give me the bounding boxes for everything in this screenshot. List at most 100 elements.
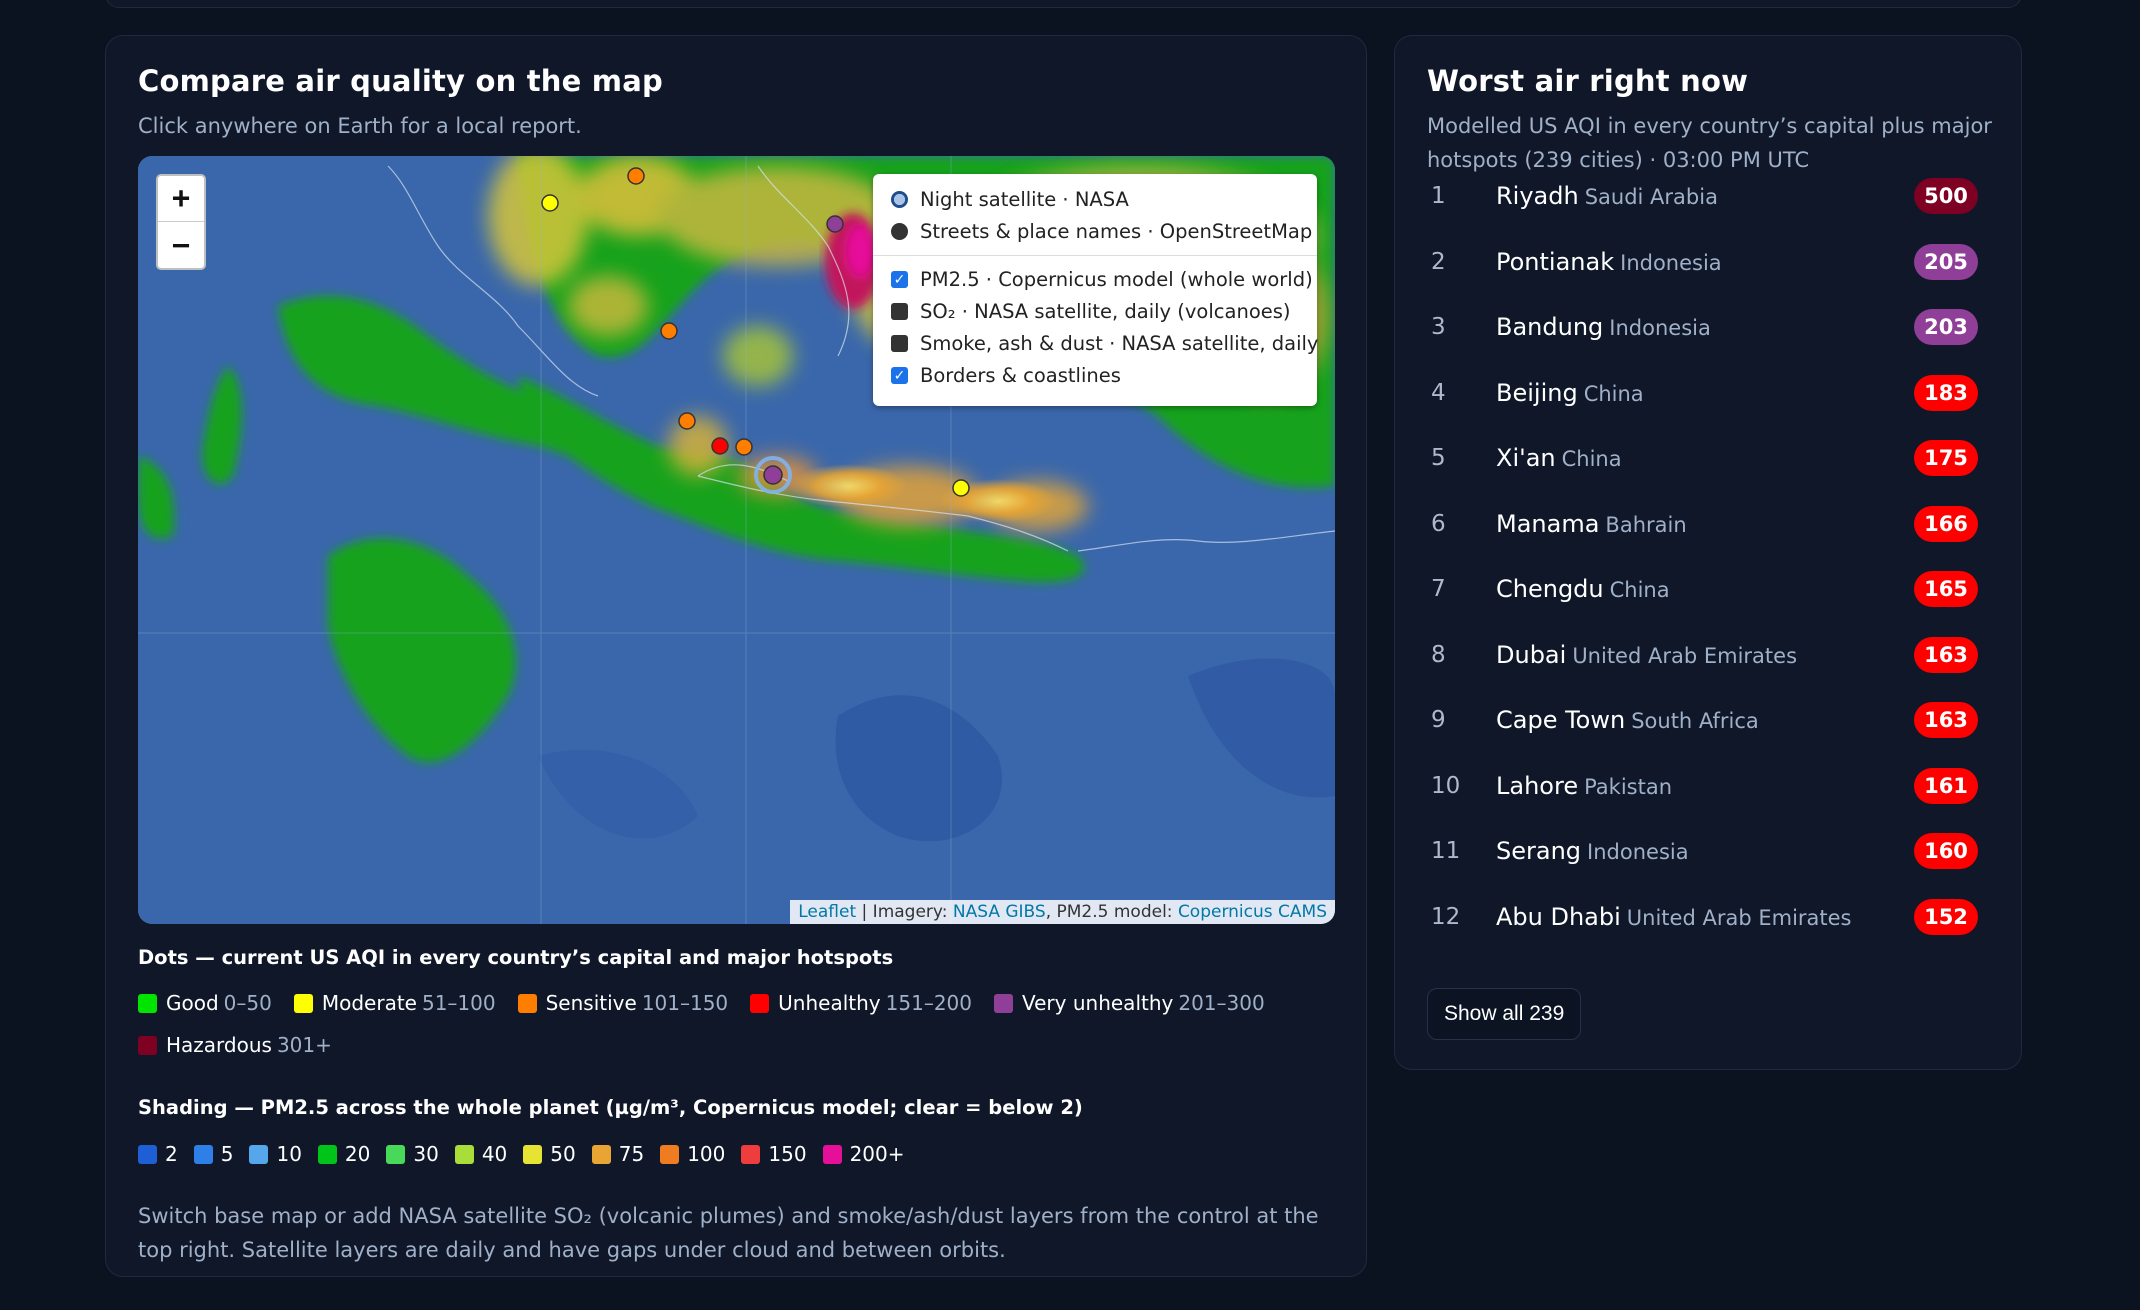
aqi-marker[interactable] [952,479,970,497]
aqi-marker-selected[interactable] [763,465,783,485]
shade-2: 2 [138,1142,178,1166]
base-layer-streets[interactable]: Streets & place names · OpenStreetMap [891,220,1312,243]
rank-number: 1 [1431,183,1446,209]
aqi-marker[interactable] [711,437,729,455]
ranking-row[interactable]: 10 Lahore Pakistan 161 [1395,761,2023,811]
map-card: Compare air quality on the map Click any… [105,35,1367,1277]
city-name: Serang Indonesia [1496,837,1689,865]
ranking-row[interactable]: 1 Riyadh Saudi Arabia 500 [1395,171,2023,221]
checkbox-icon[interactable] [891,335,908,352]
zoom-control: + − [156,174,206,270]
aqi-marker[interactable] [735,438,753,456]
ranking-row[interactable]: 8 Dubai United Arab Emirates 163 [1395,630,2023,680]
rank-number: 3 [1431,314,1446,340]
rank-number: 7 [1431,576,1446,602]
ranking-row[interactable]: 9 Cape Town South Africa 163 [1395,695,2023,745]
rank-number: 10 [1431,772,1461,799]
radio-selected-icon[interactable] [891,191,908,208]
ranking-row[interactable]: 5 Xi'an China 175 [1395,433,2023,483]
shade-200-plus: 200+ [822,1142,905,1166]
base-layer-night-satellite[interactable]: Night satellite · NASA [891,188,1129,211]
air-quality-map[interactable]: + − Night satellite · NASA Streets & pla… [138,156,1335,924]
zoom-in-button[interactable]: + [158,176,204,222]
checkbox-icon[interactable] [891,303,908,320]
ranking-row[interactable]: 2 Pontianak Indonesia 205 [1395,237,2023,287]
shade-20: 20 [317,1142,370,1166]
aqi-badge: 163 [1914,702,1978,738]
rank-number: 8 [1431,641,1446,668]
ranking-row[interactable]: 4 Beijing China 183 [1395,368,2023,418]
worst-air-title: Worst air right now [1427,64,1749,98]
shade-150: 150 [741,1142,807,1166]
country-name: Pakistan [1584,774,1673,799]
aqi-marker[interactable] [660,322,678,340]
city-name: Cape Town South Africa [1496,706,1759,734]
shade-10: 10 [249,1142,302,1166]
city-name: Chengdu China [1496,575,1670,603]
nasa-gibs-link[interactable]: NASA GIBS [953,902,1046,922]
aqi-badge: 166 [1914,505,1978,542]
country-name: South Africa [1631,709,1759,733]
overlay-borders[interactable]: ✓ Borders & coastlines [891,364,1121,387]
layer-control: Night satellite · NASA Streets & place n… [873,174,1318,406]
copernicus-cams-link[interactable]: Copernicus CAMS [1178,902,1327,922]
ranking-row[interactable]: 12 Abu Dhabi United Arab Emirates 152 [1395,892,2023,942]
ranking-row[interactable]: 11 Serang Indonesia 160 [1395,826,2023,876]
aqi-marker[interactable] [826,215,844,233]
country-name: Indonesia [1620,250,1722,275]
aqi-marker[interactable] [541,194,559,212]
zoom-out-button[interactable]: − [158,222,204,268]
aqi-badge: 152 [1914,898,1978,935]
city-name: Dubai United Arab Emirates [1496,640,1798,669]
rank-number: 11 [1431,838,1461,864]
shade-100: 100 [660,1142,725,1166]
shade-5: 5 [193,1142,233,1166]
aqi-badge: 175 [1914,440,1978,476]
rank-number: 2 [1431,248,1446,275]
worst-air-subtitle-1: Modelled US AQI in every country’s capit… [1427,114,1992,138]
city-name: Pontianak Indonesia [1496,247,1722,276]
city-name: Abu Dhabi United Arab Emirates [1496,902,1852,931]
leaflet-link[interactable]: Leaflet [798,902,856,922]
aqi-badge: 161 [1914,767,1978,804]
dots-legend-row-1: Good 0–50 Moderate 51–100 Sensitive 101–150… [138,991,1287,1015]
shading-legend-title: Shading — PM2.5 across the whole planet … [138,1096,1083,1119]
ranking-row[interactable]: 3 Bandung Indonesia 203 [1395,302,2023,352]
checkbox-checked-icon[interactable]: ✓ [891,367,908,384]
checkbox-checked-icon[interactable]: ✓ [891,271,908,288]
map-footnote: Switch base map or add NASA satellite SO… [138,1204,1319,1262]
overlay-so2[interactable]: SO₂ · NASA satellite, daily (volcanoes) [891,300,1291,323]
aqi-badge: 203 [1914,309,1978,345]
ranking-row[interactable]: 7 Chengdu China 165 [1395,564,2023,614]
shading-legend-row: 2 5 10 20 30 40 50 75 100 150 200+ [138,1142,921,1166]
city-name: Riyadh Saudi Arabia [1496,182,1718,210]
country-name: Saudi Arabia [1584,185,1718,209]
radio-icon[interactable] [891,223,908,240]
overlay-pm25[interactable]: ✓ PM2.5 · Copernicus model (whole world) [891,268,1313,291]
show-all-button[interactable]: Show all 239 [1427,988,1582,1040]
rank-number: 9 [1431,707,1446,733]
rank-number: 5 [1431,445,1446,471]
city-name: Manama Bahrain [1496,509,1687,538]
legend-good: Good 0–50 [138,991,272,1015]
map-card-title: Compare air quality on the map [138,64,663,98]
aqi-badge: 160 [1914,833,1978,869]
layer-separator [873,255,1317,256]
aqi-badge: 500 [1914,178,1978,214]
shade-50: 50 [523,1142,576,1166]
map-card-subtitle: Click anywhere on Earth for a local repo… [138,114,582,138]
dots-legend-row-2: Hazardous 301+ [138,1033,354,1057]
legend-sensitive: Sensitive 101–150 [517,991,728,1015]
country-name: China [1609,578,1670,602]
country-name: China [1583,381,1644,406]
shade-40: 40 [454,1142,507,1166]
legend-very-unhealthy: Very unhealthy 201–300 [994,991,1265,1015]
legend-moderate: Moderate 51–100 [293,991,496,1015]
country-name: Indonesia [1587,840,1689,864]
aqi-badge: 205 [1914,243,1978,280]
aqi-marker[interactable] [678,412,696,430]
country-name: China [1561,447,1622,471]
overlay-smoke[interactable]: Smoke, ash & dust · NASA satellite, dail… [891,332,1318,355]
ranking-row[interactable]: 6 Manama Bahrain 166 [1395,499,2023,549]
aqi-marker[interactable] [627,167,645,185]
